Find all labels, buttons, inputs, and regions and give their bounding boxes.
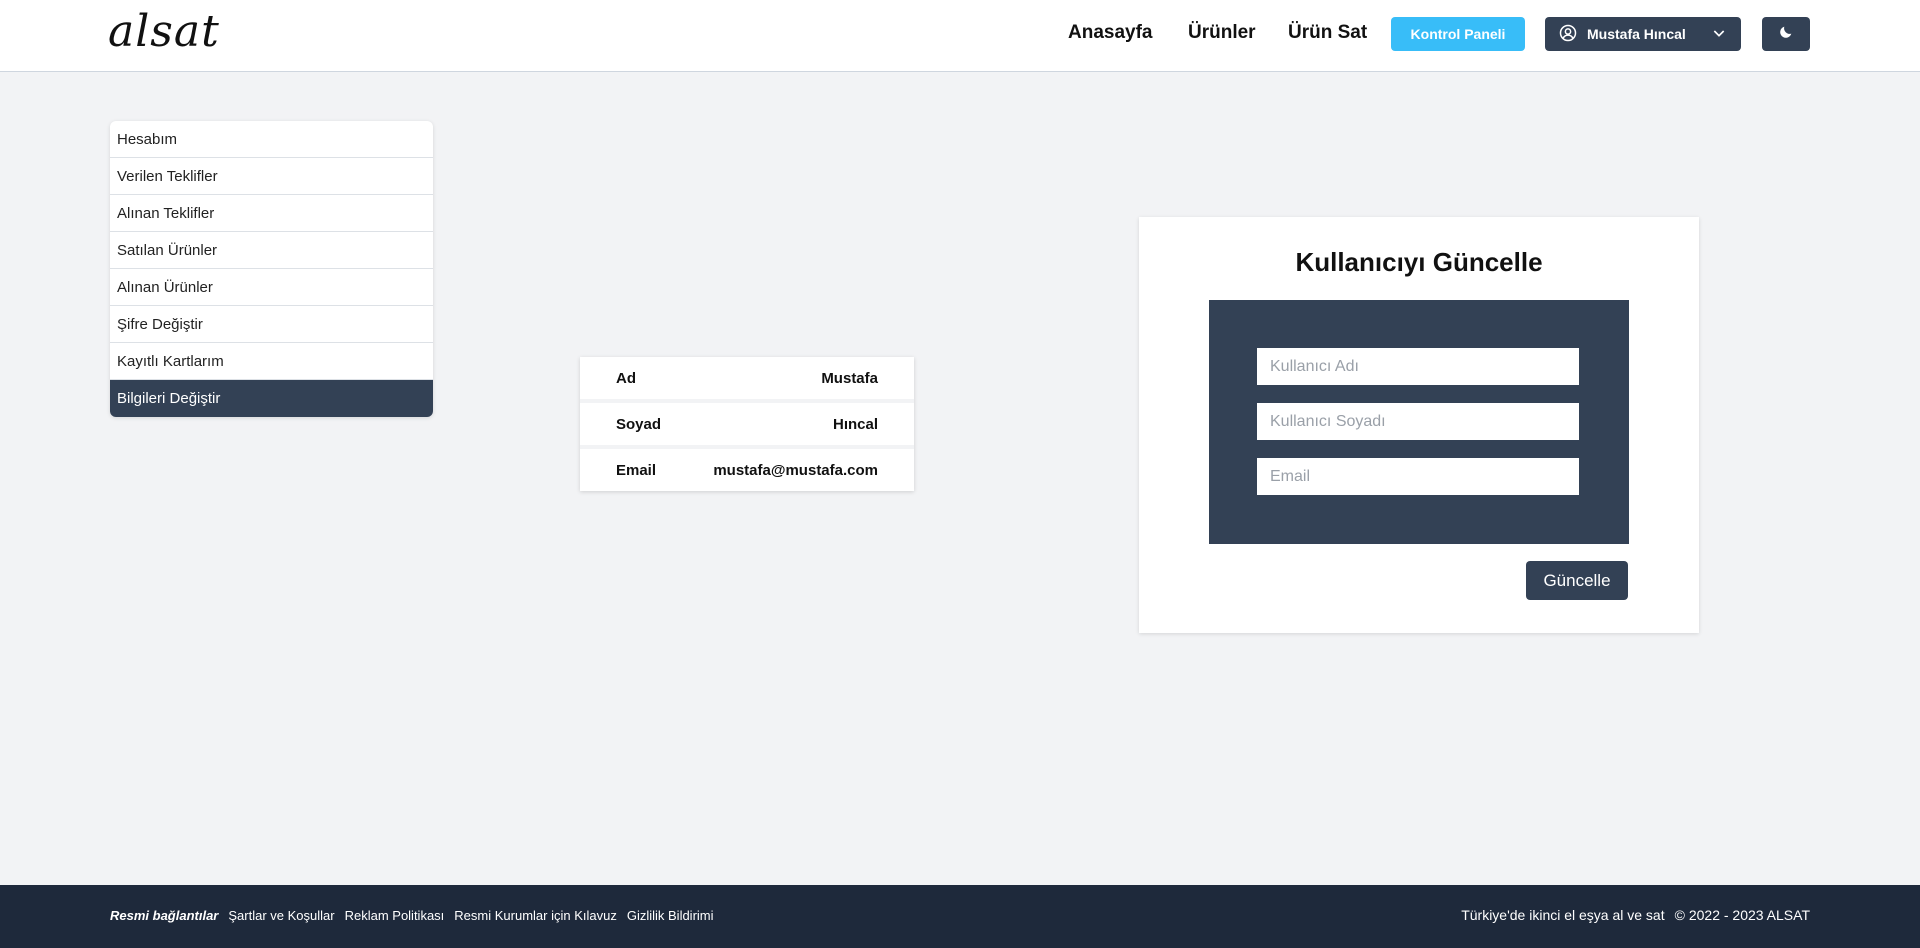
name-input[interactable] xyxy=(1257,348,1579,385)
info-label: Email xyxy=(616,461,657,479)
footer-link-terms[interactable]: Şartlar ve Koşullar xyxy=(228,908,334,923)
user-name: Mustafa Hıncal xyxy=(1587,26,1686,42)
sidebar-item-saved-cards[interactable]: Kayıtlı Kartlarım xyxy=(110,343,433,380)
footer-link-ad-policy[interactable]: Reklam Politikası xyxy=(345,908,445,923)
footer-tagline: Türkiye'de ikinci el eşya al ve sat xyxy=(1461,907,1665,923)
footer-link-official[interactable]: Resmi bağlantılar xyxy=(110,908,218,923)
account-sidebar: Hesabım Verilen Teklifler Alınan Teklifl… xyxy=(110,121,433,417)
sidebar-item-change-password[interactable]: Şifre Değiştir xyxy=(110,306,433,343)
sidebar-item-bought-products[interactable]: Alınan Ürünler xyxy=(110,269,433,306)
nav-home[interactable]: Anasayfa xyxy=(1068,22,1153,44)
update-form xyxy=(1209,300,1629,544)
info-label: Soyad xyxy=(616,415,662,433)
info-label: Ad xyxy=(616,369,636,387)
moon-icon xyxy=(1778,24,1794,44)
chevron-down-icon xyxy=(1711,25,1727,44)
info-value: mustafa@mustafa.com xyxy=(713,461,878,479)
update-user-card: Kullanıcıyı Güncelle Güncelle xyxy=(1139,217,1699,633)
sidebar-item-sold-products[interactable]: Satılan Ürünler xyxy=(110,232,433,269)
info-value: Mustafa xyxy=(821,369,878,387)
footer-copyright: © 2022 - 2023 ALSAT xyxy=(1674,907,1810,923)
user-menu-button[interactable]: Mustafa Hıncal xyxy=(1545,17,1741,51)
surname-input[interactable] xyxy=(1257,403,1579,440)
user-circle-icon xyxy=(1559,24,1577,45)
footer-link-institutions-guide[interactable]: Resmi Kurumlar için Kılavuz xyxy=(454,908,617,923)
theme-toggle-button[interactable] xyxy=(1762,17,1810,51)
footer-right: Türkiye'de ikinci el eşya al ve sat © 20… xyxy=(1461,907,1810,923)
sidebar-item-given-offers[interactable]: Verilen Teklifler xyxy=(110,158,433,195)
footer-link-privacy[interactable]: Gizlilik Bildirimi xyxy=(627,908,714,923)
info-row-email: Email mustafa@mustafa.com xyxy=(580,449,914,491)
control-panel-button[interactable]: Kontrol Paneli xyxy=(1391,17,1525,51)
logo[interactable]: alsat xyxy=(108,6,220,57)
info-value: Hıncal xyxy=(832,415,878,433)
footer: Resmi bağlantılar Şartlar ve Koşullar Re… xyxy=(0,885,1920,948)
footer-links: Resmi bağlantılar Şartlar ve Koşullar Re… xyxy=(110,908,714,923)
sidebar-item-received-offers[interactable]: Alınan Teklifler xyxy=(110,195,433,232)
nav-products[interactable]: Ürünler xyxy=(1188,22,1256,44)
update-button[interactable]: Güncelle xyxy=(1526,561,1628,600)
info-row-surname: Soyad Hıncal xyxy=(580,403,914,445)
email-input[interactable] xyxy=(1257,458,1579,495)
update-form-title: Kullanıcıyı Güncelle xyxy=(1295,247,1543,277)
user-info-card: Ad Mustafa Soyad Hıncal Email mustafa@mu… xyxy=(580,357,914,491)
info-row-name: Ad Mustafa xyxy=(580,357,914,399)
nav-sell[interactable]: Ürün Sat xyxy=(1288,22,1367,44)
sidebar-item-account[interactable]: Hesabım xyxy=(110,121,433,158)
sidebar-item-change-info[interactable]: Bilgileri Değiştir xyxy=(110,380,433,417)
header: alsat Anasayfa Ürünler Ürün Sat Kontrol … xyxy=(0,0,1920,72)
